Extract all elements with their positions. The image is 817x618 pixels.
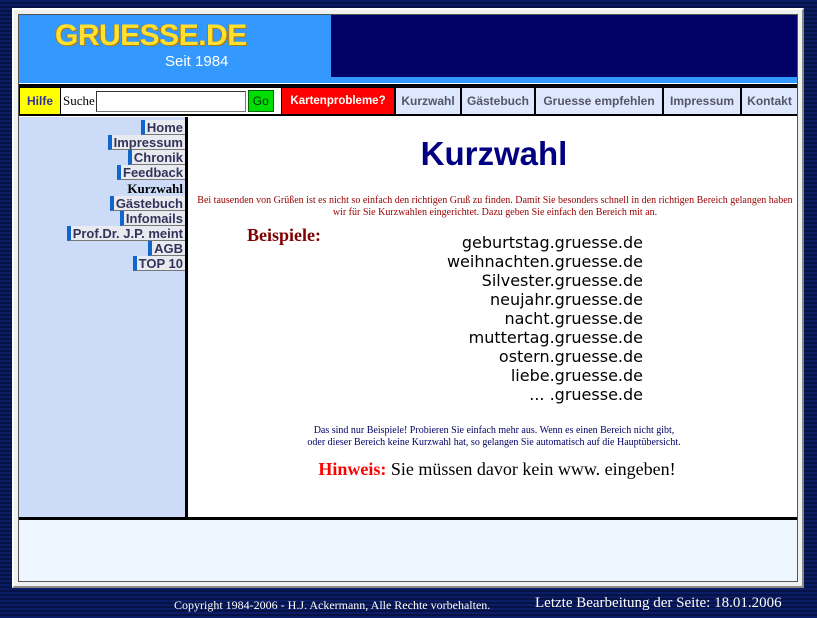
sidebar-item-chronik[interactable]: Chronik xyxy=(127,150,185,165)
search-label: Suche xyxy=(63,93,95,108)
top-nav-bar: Hilfe Suche Go Kartenprobleme? Kurzwahl … xyxy=(19,84,797,116)
page-frame: GRUESSE.DE Seit 1984 Hilfe Suche Go Kart… xyxy=(12,8,804,588)
note-line: Das sind nur Beispiele! Probieren Sie ei… xyxy=(313,425,675,436)
sidebar-item-infomails[interactable]: Infomails xyxy=(119,211,185,226)
banner-area xyxy=(331,15,797,77)
sidebar-item-top-10[interactable]: TOP 10 xyxy=(132,256,185,271)
hint-message: Sie müssen davor kein www. eingeben! xyxy=(390,459,676,479)
example-item: ... .gruesse.de xyxy=(529,385,643,404)
sidebar-item-home[interactable]: Home xyxy=(140,120,185,135)
logo-title: GRUESSE.DE xyxy=(55,19,247,52)
page-container: GRUESSE.DE Seit 1984 Hilfe Suche Go Kart… xyxy=(18,14,798,582)
kartenprobleme-button[interactable]: Kartenprobleme? xyxy=(282,88,394,114)
search-input[interactable] xyxy=(95,90,246,112)
example-item: weihnachten.gruesse.de xyxy=(446,252,643,271)
sidebar-item-impressum[interactable]: Impressum xyxy=(107,135,185,150)
footer-panel xyxy=(19,520,797,581)
sidebar-item-prof-dr-jp-meint[interactable]: Prof.Dr. J.P. meint xyxy=(66,226,185,241)
examples-label: Beispiele: xyxy=(247,225,321,245)
logo-subtitle: Seit 1984 xyxy=(165,53,229,70)
sidebar: Home Impressum Chronik Feedback Kurzwahl… xyxy=(19,117,188,517)
copyright-text: Copyright 1984-2006 - H.J. Ackermann, Al… xyxy=(174,598,491,612)
sidebar-item-agb[interactable]: AGB xyxy=(148,241,185,256)
example-item: ostern.gruesse.de xyxy=(498,347,643,366)
example-item: Silvester.gruesse.de xyxy=(481,271,643,290)
example-item: muttertag.gruesse.de xyxy=(468,328,643,347)
sidebar-item-feedback[interactable]: Feedback xyxy=(117,165,185,180)
example-item: geburtstag.gruesse.de xyxy=(461,233,643,252)
example-item: nacht.gruesse.de xyxy=(504,309,643,328)
nav-link-impressum[interactable]: Impressum xyxy=(664,88,740,114)
site-logo[interactable]: GRUESSE.DE Seit 1984 xyxy=(19,15,329,83)
main-content: Kurzwahl Bei tausenden von Grüßen ist es… xyxy=(191,117,797,517)
help-button[interactable]: Hilfe xyxy=(20,88,60,114)
intro-text: Bei tausenden von Grüßen ist es nicht so… xyxy=(195,195,795,219)
note-text: Das sind nur Beispiele! Probieren Sie ei… xyxy=(191,425,797,449)
sidebar-item-gaestebuch[interactable]: Gästebuch xyxy=(109,196,185,211)
nav-link-gruesse-empfehlen[interactable]: Gruesse empfehlen xyxy=(536,88,662,114)
nav-link-gaestebuch[interactable]: Gästebuch xyxy=(462,88,534,114)
examples-list: geburtstag.gruesse.de weihnachten.gruess… xyxy=(447,233,643,404)
example-item: neujahr.gruesse.de xyxy=(489,290,643,309)
hint-label: Hinweis: xyxy=(318,459,387,479)
nav-link-kurzwahl[interactable]: Kurzwahl xyxy=(396,88,460,114)
search-form: Suche Go xyxy=(61,88,281,114)
intro-line: wir für Sie Kurzwahlen eingerichtet. Daz… xyxy=(332,207,658,218)
site-header: GRUESSE.DE Seit 1984 xyxy=(19,15,797,83)
sidebar-item-kurzwahl[interactable]: Kurzwahl xyxy=(125,181,185,196)
nav-link-kontakt[interactable]: Kontakt xyxy=(742,88,797,114)
go-button[interactable]: Go xyxy=(247,90,274,112)
example-item: liebe.gruesse.de xyxy=(510,366,643,385)
page-title: Kurzwahl xyxy=(420,135,568,172)
note-line: oder dieser Bereich keine Kurzwahl hat, … xyxy=(307,437,681,448)
last-modified-text: Letzte Bearbeitung der Seite: 18.01.2006 xyxy=(535,595,782,611)
intro-line: Bei tausenden von Grüßen ist es nicht so… xyxy=(197,195,793,206)
hint-text: Hinweis: Sie müssen davor kein www. eing… xyxy=(191,459,803,480)
